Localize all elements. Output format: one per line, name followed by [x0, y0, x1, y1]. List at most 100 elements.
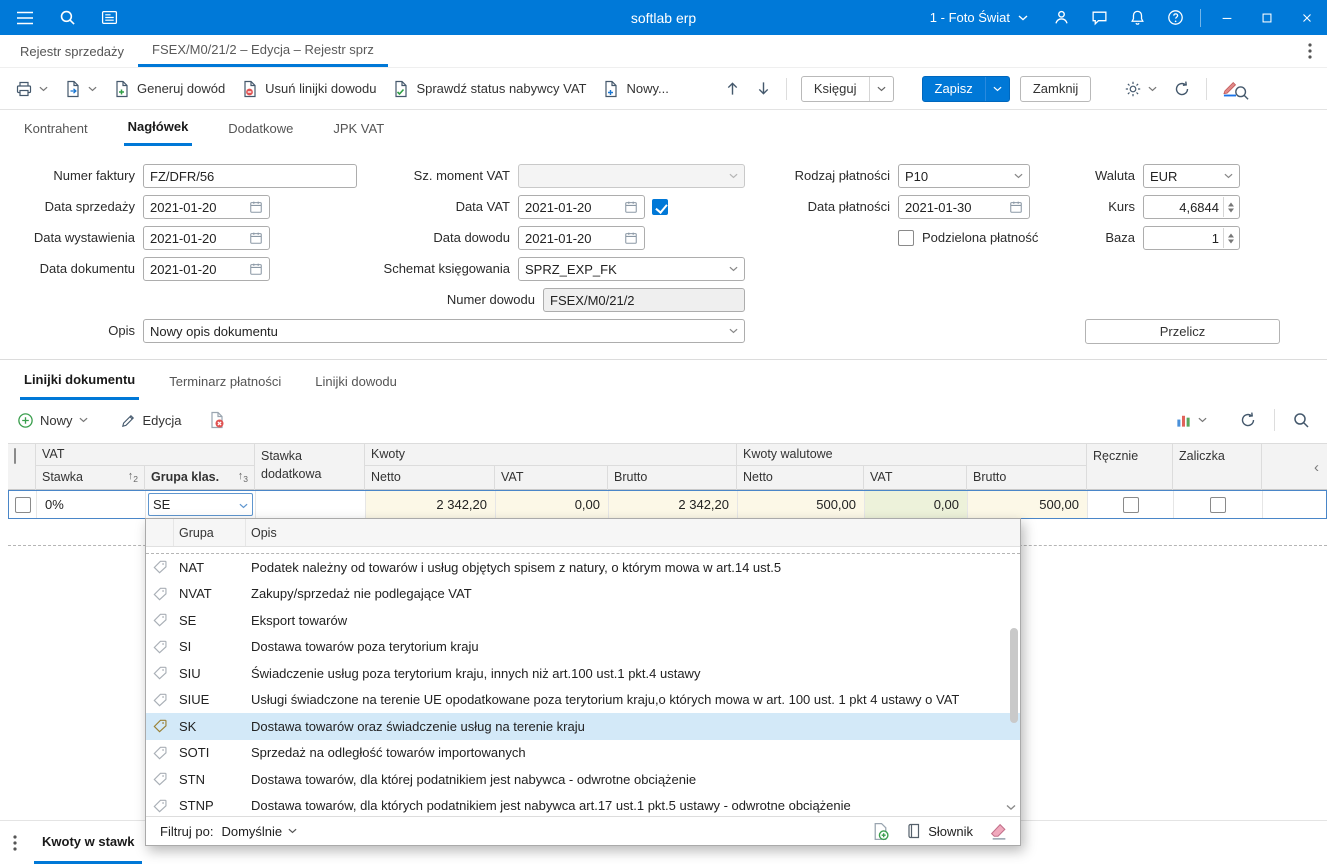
- grupa-klas-combo[interactable]: SE: [148, 493, 253, 516]
- col-group-vat[interactable]: VAT: [36, 444, 255, 466]
- chevron-down-icon[interactable]: [1014, 173, 1023, 179]
- calendar-icon[interactable]: [624, 200, 638, 214]
- tab-kontrahent[interactable]: Kontrahent: [20, 110, 92, 146]
- tab-linijki-dowodu[interactable]: Linijki dowodu: [311, 362, 401, 400]
- col-group-kwoty[interactable]: Kwoty: [365, 444, 737, 466]
- usun-linijki-dowodu-button[interactable]: Usuń linijki dowodu: [234, 75, 383, 103]
- nowy-dokument-button[interactable]: Nowy...: [595, 75, 675, 103]
- move-down-button[interactable]: [749, 75, 778, 102]
- chevron-down-icon[interactable]: [729, 173, 738, 179]
- lines-edycja-button[interactable]: Edycja: [113, 407, 189, 434]
- scroll-down-icon[interactable]: [1006, 804, 1016, 811]
- cell-netto-walutowe[interactable]: 500,00: [738, 491, 865, 518]
- waluta-combo[interactable]: EUR: [1143, 164, 1240, 188]
- dropdown-col-grupa[interactable]: Grupa: [174, 519, 246, 546]
- tab-kwoty-w-stawkach[interactable]: Kwoty w stawk: [34, 821, 143, 864]
- recznie-checkbox[interactable]: [1122, 496, 1139, 513]
- help-icon[interactable]: [1156, 0, 1194, 35]
- dropdown-list-item[interactable]: SE Eksport towarów: [146, 607, 1020, 634]
- company-selector[interactable]: 1 - Foto Świat: [916, 0, 1042, 35]
- cell-vat-walutowe[interactable]: 0,00: [865, 491, 968, 518]
- dropdown-list-item[interactable]: NAT Podatek należny od towarów i usług o…: [146, 554, 1020, 581]
- chevron-down-icon[interactable]: [729, 328, 738, 334]
- generuj-dowod-button[interactable]: Generuj dowód: [106, 75, 232, 103]
- lines-refresh-button[interactable]: [1232, 406, 1264, 434]
- hamburger-menu-icon[interactable]: [6, 0, 44, 35]
- calendar-icon[interactable]: [1009, 200, 1023, 214]
- news-icon[interactable]: [90, 0, 128, 35]
- dropdown-list-item[interactable]: STN Dostawa towarów, dla której podatnik…: [146, 766, 1020, 793]
- cell-grupa-klas[interactable]: SE: [146, 491, 256, 518]
- bottom-kebab-icon[interactable]: [0, 821, 30, 864]
- sz-moment-vat-combo[interactable]: [518, 164, 745, 188]
- data-dowodu-input[interactable]: 2021-01-20: [518, 226, 645, 250]
- zamknij-button[interactable]: Zamknij: [1019, 75, 1092, 102]
- data-sprzedazy-input[interactable]: 2021-01-20: [143, 195, 270, 219]
- add-entry-icon[interactable]: [871, 822, 890, 841]
- dropdown-list-item[interactable]: STNP Dostawa towarów, dla których podatn…: [146, 793, 1020, 817]
- minimize-button[interactable]: [1207, 0, 1247, 35]
- col-netto[interactable]: Netto: [365, 466, 495, 490]
- cell-netto[interactable]: 2 342,20: [366, 491, 496, 518]
- kurs-spinner[interactable]: 4,6844: [1143, 195, 1240, 219]
- chat-icon[interactable]: [1080, 0, 1118, 35]
- chevron-down-icon[interactable]: [868, 76, 893, 101]
- cell-stawka-dodatkowa[interactable]: [256, 491, 366, 518]
- chevron-down-icon[interactable]: [729, 266, 738, 272]
- move-up-button[interactable]: [718, 75, 747, 102]
- calendar-icon[interactable]: [249, 262, 263, 276]
- tab-naglowek[interactable]: Nagłówek: [123, 110, 193, 146]
- col-vat-walutowe[interactable]: VAT: [864, 466, 967, 490]
- tab-rejestr-sprzedazy[interactable]: Rejestr sprzedaży: [6, 35, 138, 67]
- select-all-checkbox[interactable]: [14, 448, 16, 464]
- dropdown-list-item[interactable]: SIU Świadczenie usług poza terytorium kr…: [146, 660, 1020, 687]
- col-group-kwoty-walutowe[interactable]: Kwoty walutowe: [737, 444, 1087, 466]
- bell-icon[interactable]: [1118, 0, 1156, 35]
- numer-faktury-input[interactable]: FZ/DFR/56: [143, 164, 357, 188]
- spinner-buttons[interactable]: [1223, 197, 1238, 217]
- settings-button[interactable]: [1117, 75, 1164, 103]
- dropdown-list-item[interactable]: NVAT Zakupy/sprzedaż nie podlegające VAT: [146, 581, 1020, 608]
- eraser-icon[interactable]: [989, 822, 1008, 841]
- collapse-panel-icon[interactable]: ‹: [1314, 459, 1319, 476]
- col-recznie[interactable]: Ręcznie: [1087, 444, 1173, 490]
- dropdown-list-item[interactable]: SIUE Usługi świadczone na terenie UE opo…: [146, 687, 1020, 714]
- data-vat-input[interactable]: 2021-01-20: [518, 195, 645, 219]
- cell-stawka[interactable]: 0%: [37, 491, 146, 518]
- opis-combo[interactable]: Nowy opis dokumentu: [143, 319, 745, 343]
- cell-brutto-walutowe[interactable]: 500,00: [968, 491, 1088, 518]
- dropdown-scrollbar-thumb[interactable]: [1010, 628, 1018, 723]
- dropdown-list-item[interactable]: SI Dostawa towarów poza terytorium kraju: [146, 634, 1020, 661]
- rodzaj-platnosci-combo[interactable]: P10: [898, 164, 1030, 188]
- calendar-icon[interactable]: [249, 200, 263, 214]
- tab-jpk-vat[interactable]: JPK VAT: [329, 110, 388, 146]
- spinner-buttons[interactable]: [1223, 228, 1238, 248]
- tab-overflow-menu-icon[interactable]: [1293, 35, 1327, 67]
- data-dokumentu-input[interactable]: 2021-01-20: [143, 257, 270, 281]
- baza-spinner[interactable]: 1: [1143, 226, 1240, 250]
- podzielona-platnosc-checkbox[interactable]: [898, 230, 914, 246]
- table-row[interactable]: 0% SE 2 342,20 0,00 2 342,20 500,00 0,00…: [8, 490, 1327, 519]
- col-zaliczka[interactable]: Zaliczka: [1173, 444, 1262, 490]
- calendar-icon[interactable]: [249, 231, 263, 245]
- data-wystawienia-input[interactable]: 2021-01-20: [143, 226, 270, 250]
- maximize-button[interactable]: [1247, 0, 1287, 35]
- row-select-checkbox[interactable]: [14, 496, 31, 513]
- col-vat[interactable]: VAT: [495, 466, 608, 490]
- col-brutto-walutowe[interactable]: Brutto: [967, 466, 1087, 490]
- slownik-button[interactable]: Słownik: [906, 823, 973, 839]
- quick-edit-search-icon[interactable]: [1215, 71, 1257, 107]
- dropdown-list-item[interactable]: SK Dostawa towarów oraz świadczenie usłu…: [146, 713, 1020, 740]
- cell-brutto[interactable]: 2 342,20: [609, 491, 738, 518]
- data-vat-checkbox[interactable]: [652, 199, 668, 215]
- col-grupa-klas[interactable]: Grupa klas. ↑3: [145, 466, 255, 490]
- refresh-button[interactable]: [1166, 75, 1198, 103]
- calendar-icon[interactable]: [624, 231, 638, 245]
- zaliczka-checkbox[interactable]: [1210, 496, 1226, 513]
- sprawdz-status-nabywcy-vat-button[interactable]: Sprawdź status nabywcy VAT: [385, 75, 593, 103]
- lines-delete-button[interactable]: [201, 406, 233, 434]
- print-button[interactable]: [8, 75, 55, 103]
- user-icon[interactable]: [1042, 0, 1080, 35]
- search-icon[interactable]: [48, 0, 86, 35]
- chevron-down-icon[interactable]: [239, 497, 248, 512]
